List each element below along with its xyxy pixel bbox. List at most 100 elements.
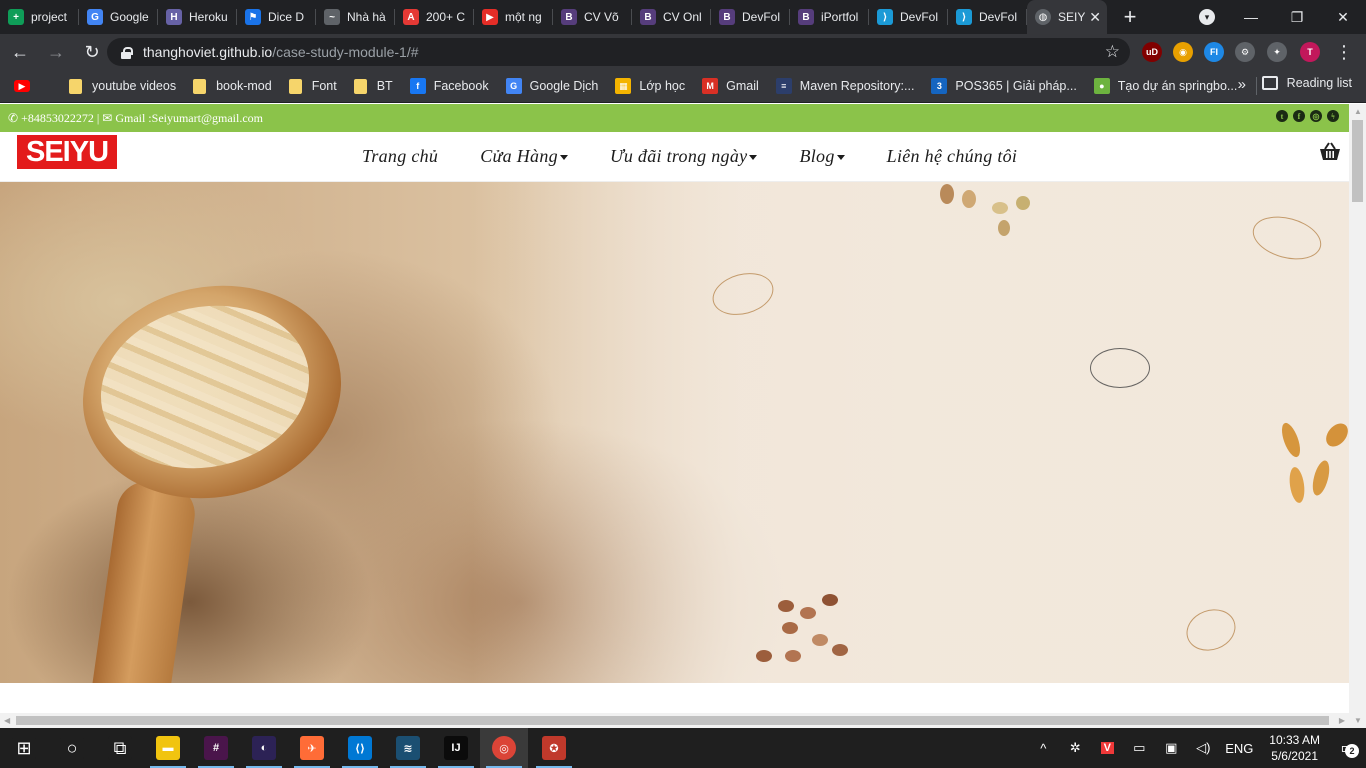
reading-list-button[interactable]: Reading list: [1261, 76, 1352, 90]
scroll-up-arrow[interactable]: ▲: [1354, 107, 1362, 116]
tab-4[interactable]: ⚑ Dice D: [237, 0, 316, 34]
garena-taskbar-button[interactable]: ✪: [530, 728, 578, 768]
file-explorer-taskbar-button[interactable]: ▬: [144, 728, 192, 768]
tab-10[interactable]: B DevFol: [711, 0, 790, 34]
scroll-left-arrow[interactable]: ◀: [4, 716, 10, 725]
tab-label: project: [31, 10, 68, 24]
tab-2[interactable]: G Google: [79, 0, 158, 34]
dropbox-tray-icon[interactable]: ✲: [1064, 728, 1086, 768]
tab-13[interactable]: ⟩ DevFol: [948, 0, 1027, 34]
reload-icon[interactable]: ↻: [76, 36, 108, 68]
close-window-button[interactable]: ✕: [1320, 0, 1366, 34]
bookmark-label: BT: [376, 79, 393, 93]
language-indicator[interactable]: ENG: [1224, 728, 1254, 768]
bookmark-label: Google Dịch: [529, 79, 599, 93]
tab-label: 200+ C: [426, 10, 466, 24]
scroll-down-arrow[interactable]: ▼: [1354, 716, 1362, 725]
menu-item-2[interactable]: Cửa Hàng: [480, 146, 568, 167]
tab-search-icon[interactable]: ▾: [1199, 9, 1215, 25]
ublock-icon[interactable]: uD: [1142, 42, 1162, 62]
menu-item-3[interactable]: Ưu đãi trong ngày: [610, 146, 758, 167]
tab-11[interactable]: BiPortfol: [790, 0, 869, 34]
mysql-workbench-taskbar-button[interactable]: ≋: [384, 728, 432, 768]
bookmark-item[interactable]: book-mod: [193, 78, 272, 94]
bookmark-item[interactable]: M Gmail: [702, 78, 759, 94]
volume-icon[interactable]: ◁): [1192, 728, 1214, 768]
bookmark-label: Tạo dự án springbo...: [1117, 79, 1238, 93]
instagram-icon[interactable]: ◎: [1310, 110, 1322, 122]
puzzle-icon[interactable]: ✦: [1267, 42, 1287, 62]
tab-3[interactable]: H Heroku: [158, 0, 237, 34]
messenger-icon[interactable]: ϟ: [1327, 110, 1339, 122]
tab-7[interactable]: ▶ một ng: [474, 0, 553, 34]
tab-favicon-icon: G: [87, 9, 103, 25]
tab-1[interactable]: + project: [0, 0, 79, 34]
phone-number: +84853022272: [21, 110, 94, 125]
bookmark-item[interactable]: youtube videos: [69, 78, 176, 94]
bookmark-item[interactable]: ● Tạo dự án springbo...: [1093, 78, 1238, 94]
bookmark-item[interactable]: G Google Dịch: [505, 78, 599, 94]
task-view-taskbar-button[interactable]: ⧉: [96, 728, 144, 768]
bookmarks-overflow-icon[interactable]: »: [1238, 76, 1246, 93]
tab-6[interactable]: A 200+ C: [395, 0, 474, 34]
twitter-icon[interactable]: t: [1276, 110, 1288, 122]
battery-icon[interactable]: ▭: [1128, 728, 1150, 768]
bookmark-item[interactable]: f Facebook: [409, 78, 489, 94]
bookmark-item[interactable]: ▦ Lớp học: [615, 78, 685, 94]
caret-down-icon: [749, 155, 758, 161]
tray-overflow-chevron[interactable]: ^: [1032, 728, 1054, 768]
facebook-icon[interactable]: f: [1293, 110, 1305, 122]
windows-start-taskbar-button[interactable]: ⊞: [0, 728, 48, 768]
new-tab-button[interactable]: +: [1115, 0, 1145, 34]
extension-color-icon[interactable]: ◉: [1173, 42, 1193, 62]
slack-taskbar-button[interactable]: #: [192, 728, 240, 768]
scroll-right-arrow[interactable]: ▶: [1339, 716, 1345, 725]
tab-12[interactable]: ⟩ DevFol: [869, 0, 948, 34]
horizontal-scroll-thumb[interactable]: [16, 716, 1329, 725]
vscode-taskbar-button[interactable]: ⟨⟩: [336, 728, 384, 768]
tab-5[interactable]: ~ Nhà hà: [316, 0, 395, 34]
vertical-scrollbar[interactable]: ▲ ▼: [1349, 104, 1366, 728]
notification-center-icon[interactable]: ▭ 2: [1330, 728, 1366, 768]
windows-start-icon: ⊞: [12, 736, 36, 760]
address-bar[interactable]: thanghoviet.github.io/case-study-module-…: [107, 38, 1130, 66]
profile-avatar[interactable]: T: [1300, 42, 1320, 62]
vivaldi-tray-icon[interactable]: V: [1096, 728, 1118, 768]
tab-8[interactable]: B CV Võ: [553, 0, 632, 34]
bookmark-item[interactable]: BT: [353, 78, 393, 94]
cortana-search-taskbar-button[interactable]: ○: [48, 728, 96, 768]
forward-arrow-icon[interactable]: →: [40, 36, 72, 68]
network-icon[interactable]: ▣: [1160, 728, 1182, 768]
bookmark-item[interactable]: 3 POS365 | Giải pháp...: [931, 78, 1077, 94]
horizontal-scrollbar[interactable]: ◀ ▶: [0, 713, 1349, 728]
eclipse-taskbar-button[interactable]: ◐: [240, 728, 288, 768]
bookmark-item[interactable]: ≡ Maven Repository:...: [775, 78, 914, 94]
chrome-menu-icon[interactable]: ⋮: [1328, 36, 1360, 68]
menu-item-5[interactable]: Liên hệ chúng tôi: [887, 146, 1018, 167]
minimize-button[interactable]: —: [1228, 0, 1274, 34]
tab-9[interactable]: B CV Onl: [632, 0, 711, 34]
intellij-taskbar-button[interactable]: IJ: [432, 728, 480, 768]
clock[interactable]: 10:33 AM 5/6/2021: [1269, 732, 1320, 764]
close-tab-icon[interactable]: ✕: [1085, 9, 1101, 26]
menu-item-1[interactable]: Trang chủ: [362, 146, 438, 167]
vertical-scroll-thumb[interactable]: [1352, 120, 1363, 202]
back-arrow-icon[interactable]: ←: [4, 36, 36, 68]
postman-taskbar-button[interactable]: ✈: [288, 728, 336, 768]
seiyu-logo[interactable]: SEIYU: [17, 135, 117, 169]
shopping-basket-icon[interactable]: [1319, 142, 1341, 162]
tab-label: DevFol: [900, 10, 939, 24]
bookmark-star-icon[interactable]: ☆: [1105, 42, 1120, 62]
chrome-taskbar-button[interactable]: ◎: [480, 728, 528, 768]
bookmark-favicon-icon: ●: [1093, 78, 1110, 94]
menu-item-4[interactable]: Blog: [799, 146, 845, 167]
gear-extension-icon[interactable]: ⚙: [1235, 42, 1255, 62]
lock-icon[interactable]: [121, 46, 133, 59]
bookmark-item[interactable]: Font: [288, 78, 337, 94]
maximize-button[interactable]: ❐: [1274, 0, 1320, 34]
bean-cluster: [822, 594, 838, 606]
tab-active[interactable]: ◍ SEIY ✕: [1027, 0, 1107, 34]
bookmark-item[interactable]: ▶: [14, 80, 52, 92]
fi-extension-icon[interactable]: FI: [1204, 42, 1224, 62]
tab-favicon-icon: B: [640, 9, 656, 25]
